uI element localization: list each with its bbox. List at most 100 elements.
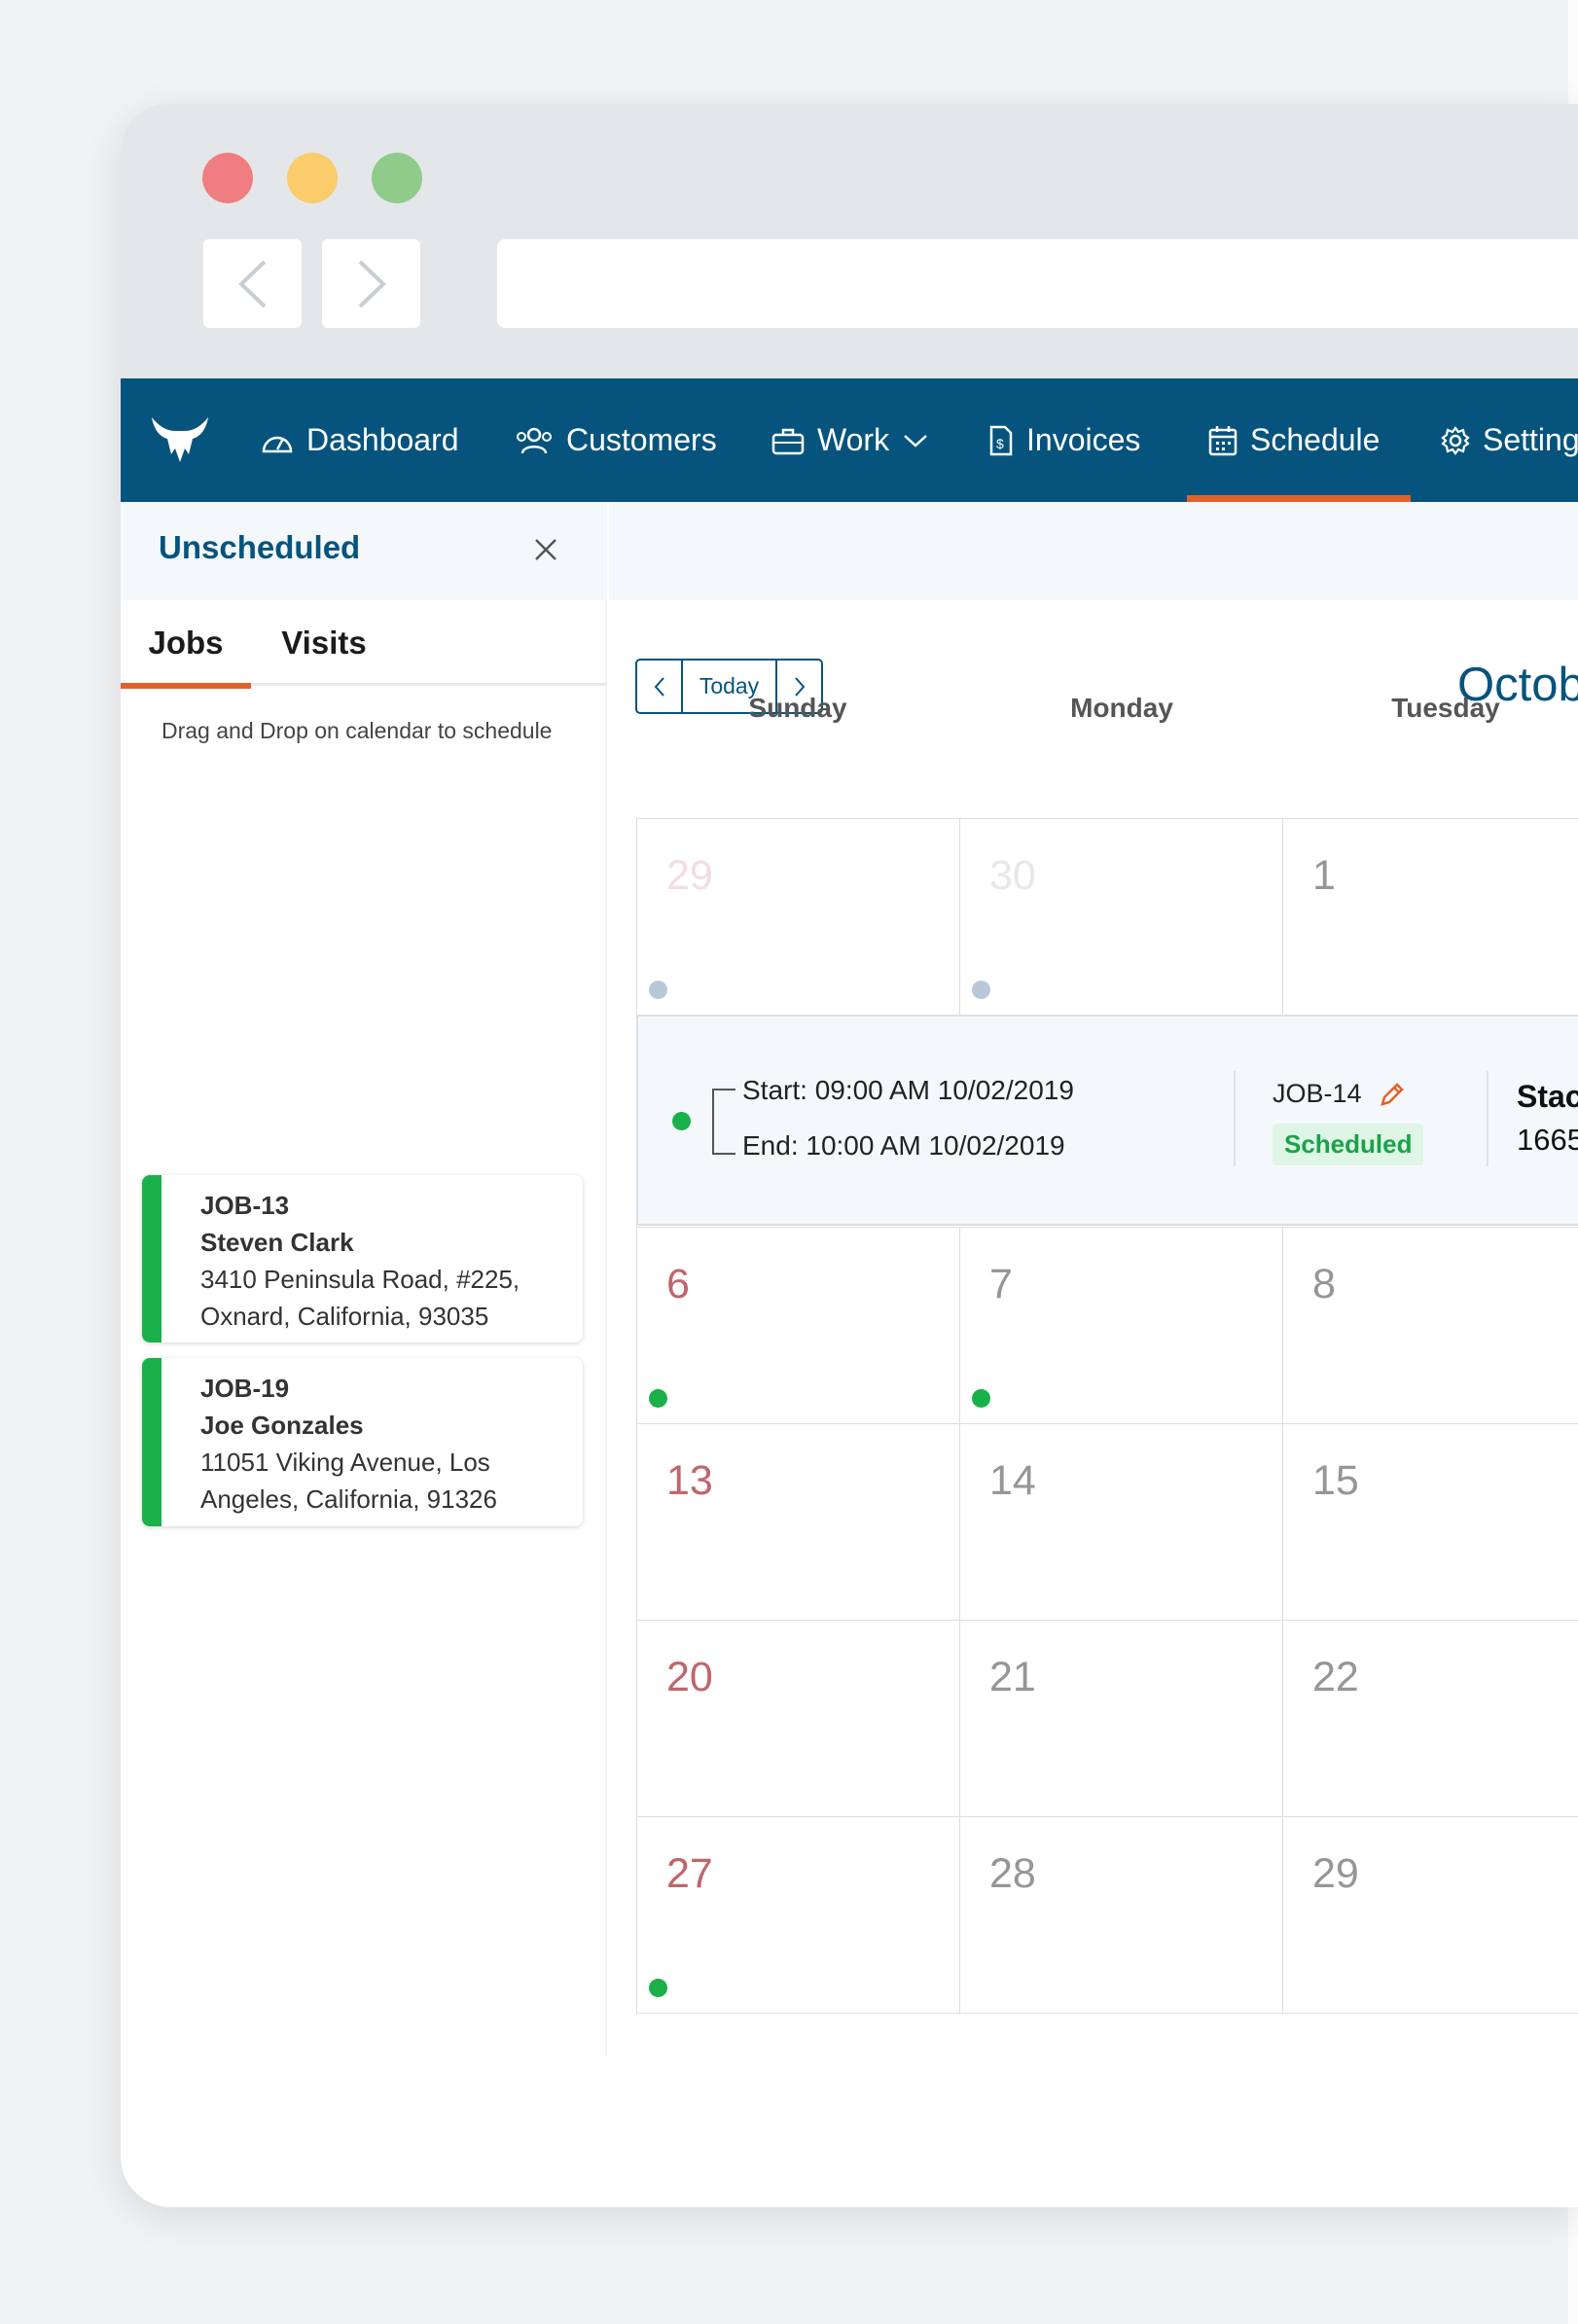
calendar-day[interactable]: 1 — [1282, 818, 1578, 1016]
maximize-window-button[interactable] — [372, 153, 422, 203]
day-number: 14 — [989, 1457, 1036, 1504]
divider — [1234, 1071, 1236, 1166]
main-toolbar — [609, 502, 1578, 600]
address-bar[interactable] — [497, 239, 1578, 328]
time-range-bracket — [712, 1089, 735, 1155]
day-header-sunday: Sunday — [748, 693, 847, 723]
job-status-bar — [142, 1175, 161, 1342]
dashboard-icon — [262, 436, 293, 452]
chevron-left-icon — [237, 260, 266, 307]
svg-text:$: $ — [996, 436, 1004, 451]
day-number: 8 — [1312, 1261, 1336, 1307]
invoice-icon: $ — [989, 425, 1013, 455]
job-card-content: JOB-19 Joe Gonzales 11051 Viking Avenue,… — [200, 1370, 497, 1518]
nav-invoices-label: Invoices — [1026, 422, 1141, 457]
nav-schedule-label: Schedule — [1250, 422, 1381, 457]
close-window-button[interactable] — [202, 153, 253, 203]
sidebar-title: Unscheduled — [159, 529, 361, 565]
day-number: 28 — [989, 1850, 1036, 1897]
day-header-monday: Monday — [1070, 693, 1173, 723]
nav-work-label: Work — [817, 422, 890, 457]
minimize-window-button[interactable] — [287, 153, 338, 203]
job-id: JOB-19 — [200, 1374, 290, 1403]
briefcase-icon — [771, 428, 805, 454]
calendar-icon — [1208, 425, 1237, 455]
nav-customers[interactable]: Customers — [515, 378, 717, 502]
close-icon[interactable] — [531, 535, 560, 564]
sidebar-header: Unscheduled — [121, 502, 607, 600]
calendar-day[interactable]: 8 — [1282, 1227, 1578, 1424]
event-job-id: JOB-14 — [1273, 1079, 1362, 1108]
calendar-day[interactable]: 22 — [1282, 1620, 1578, 1817]
nav-settings[interactable]: Settings — [1441, 378, 1578, 502]
divider — [1487, 1071, 1488, 1166]
sidebar-tabs: Jobs Visits — [121, 600, 607, 689]
browser-back-button[interactable] — [203, 239, 302, 328]
calendar-grid: 29 30 1 Start: 09:00 AM 10/02/2019 End: … — [636, 818, 1578, 2014]
event-start-time: Start: 09:00 AM 10/02/2019 — [742, 1075, 1074, 1105]
chevron-right-icon — [358, 260, 386, 307]
tab-visits[interactable]: Visits — [265, 600, 383, 686]
top-navigation: Dashboard Customers Work $ Invoices Sche… — [121, 378, 1578, 502]
event-marker — [649, 1389, 667, 1408]
day-number: 1 — [1312, 852, 1336, 899]
nav-dashboard[interactable]: Dashboard — [261, 378, 459, 502]
calendar-day[interactable]: 15 — [1282, 1423, 1578, 1621]
job-address-line2: Angeles, California, 91326 — [200, 1484, 497, 1514]
chevron-down-icon — [904, 434, 927, 447]
day-number: 7 — [989, 1261, 1013, 1307]
calendar-day[interactable]: 27 — [636, 1816, 960, 2014]
day-number: 22 — [1312, 1654, 1359, 1700]
calendar-day[interactable]: 6 — [636, 1227, 960, 1424]
calendar-day[interactable]: 30 — [959, 818, 1283, 1016]
day-number: 27 — [666, 1850, 713, 1897]
job-customer-name: Steven Clark — [200, 1228, 354, 1257]
calendar-day[interactable]: 13 — [636, 1423, 960, 1621]
calendar-day[interactable]: 21 — [959, 1620, 1283, 1817]
browser-forward-button[interactable] — [322, 239, 420, 328]
nav-settings-label: Settings — [1483, 422, 1578, 457]
calendar-day[interactable]: 29 — [1282, 1816, 1578, 2014]
unscheduled-job-card[interactable]: JOB-13 Steven Clark 3410 Peninsula Road,… — [142, 1175, 583, 1342]
browser-chrome — [121, 104, 1578, 378]
event-address: 1665 C — [1517, 1123, 1578, 1157]
event-marker — [649, 1979, 667, 1997]
edit-icon[interactable] — [1378, 1080, 1407, 1109]
nav-invoices[interactable]: $ Invoices — [988, 378, 1140, 502]
event-marker — [649, 981, 667, 999]
job-customer-name: Joe Gonzales — [200, 1411, 364, 1440]
calendar-day[interactable]: 28 — [959, 1816, 1283, 2014]
day-number: 29 — [666, 852, 713, 899]
job-id: JOB-13 — [200, 1191, 290, 1220]
browser-window: Dashboard Customers Work $ Invoices Sche… — [121, 104, 1578, 2207]
event-marker — [672, 1112, 691, 1130]
day-number: 15 — [1312, 1457, 1359, 1504]
event-marker — [972, 1389, 990, 1408]
status-badge: Scheduled — [1273, 1124, 1424, 1165]
day-header-tuesday: Tuesday — [1391, 693, 1500, 723]
nav-work[interactable]: Work — [771, 378, 929, 502]
logo-icon — [152, 417, 208, 462]
day-number: 30 — [989, 852, 1036, 899]
users-icon — [517, 427, 552, 453]
event-marker — [972, 981, 990, 999]
nav-dashboard-label: Dashboard — [306, 422, 459, 457]
calendar-day[interactable]: 20 — [636, 1620, 960, 1817]
job-address-line2: Oxnard, California, 93035 — [200, 1302, 489, 1331]
day-number: 29 — [1312, 1850, 1359, 1897]
calendar-day[interactable]: 7 — [959, 1227, 1283, 1424]
job-address-line1: 3410 Peninsula Road, #225, — [200, 1265, 520, 1294]
tab-jobs[interactable]: Jobs — [121, 600, 251, 689]
event-detail-row[interactable]: Start: 09:00 AM 10/02/2019 End: 10:00 AM… — [636, 1015, 1578, 1226]
event-job: JOB-14 — [1273, 1079, 1407, 1109]
calendar-day[interactable]: 29 — [636, 818, 960, 1016]
job-status-bar — [142, 1358, 161, 1526]
unscheduled-sidebar: Unscheduled Jobs Visits Drag and Drop on… — [121, 502, 607, 2056]
gear-icon — [1441, 425, 1470, 455]
calendar-day[interactable]: 14 — [959, 1423, 1283, 1621]
event-end-time: End: 10:00 AM 10/02/2019 — [742, 1130, 1065, 1161]
unscheduled-job-card[interactable]: JOB-19 Joe Gonzales 11051 Viking Avenue,… — [142, 1358, 583, 1526]
nav-schedule[interactable]: Schedule — [1186, 378, 1412, 502]
job-address-line1: 11051 Viking Avenue, Los — [200, 1448, 490, 1477]
job-card-content: JOB-13 Steven Clark 3410 Peninsula Road,… — [200, 1187, 520, 1335]
